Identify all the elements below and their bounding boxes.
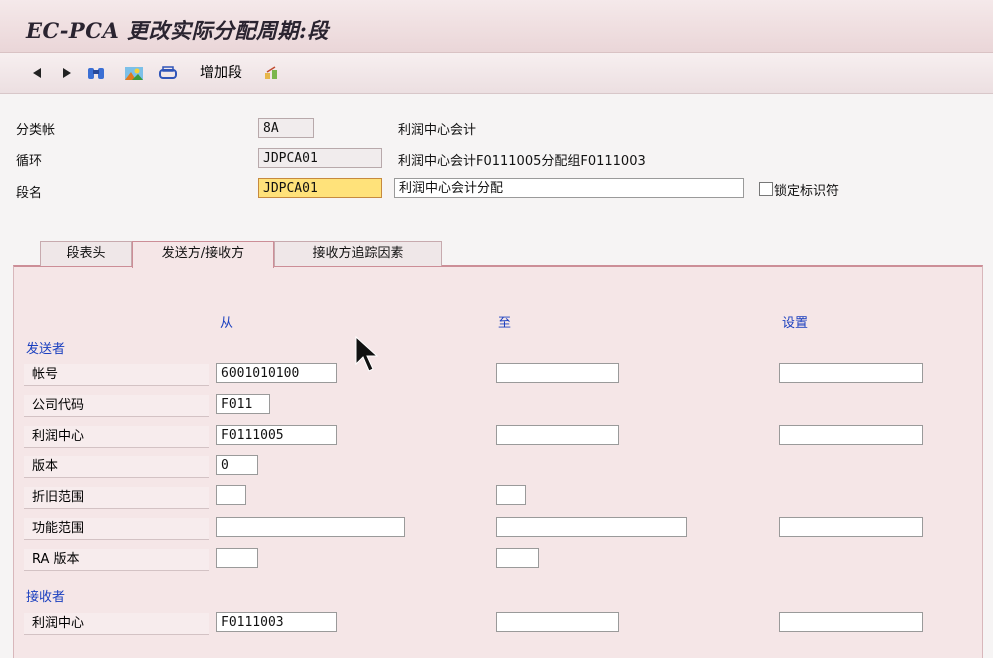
profit-center-to-field[interactable] [496,425,619,445]
column-set: 设置 [782,316,809,331]
segment-name-field[interactable]: JDPCA01 [258,178,382,198]
ra-version-to-field[interactable] [496,548,539,568]
lock-indicator-label: 锁定标识符 [774,184,840,199]
functional-area-from-field[interactable] [216,517,405,537]
company-code-label: 公司代码 [24,395,209,417]
profit-center-set-field[interactable] [779,425,923,445]
column-to: 至 [498,316,512,331]
account-from-field[interactable]: 6001010100 [216,363,337,383]
segment-desc-field[interactable]: 利润中心会计分配 [394,178,744,198]
landscape-icon[interactable] [124,62,144,84]
sender-section-title: 发送者 [26,342,66,357]
binoculars-icon[interactable] [86,62,106,84]
version-field[interactable]: 0 [216,455,258,475]
segment-name-label: 段名 [16,186,43,201]
page-title: EC-PCA 更改实际分配周期:段 [26,18,329,43]
depreciation-area-from-field[interactable] [216,485,246,505]
receiver-section-title: 接收者 [26,590,66,605]
functional-area-set-field[interactable] [779,517,923,537]
previous-arrow-icon[interactable] [27,62,47,84]
account-to-field[interactable] [496,363,619,383]
receiver-profit-center-from-field[interactable]: F0111003 [216,612,337,632]
functional-area-to-field[interactable] [496,517,687,537]
company-code-field[interactable]: F011 [216,394,270,414]
account-label: 帐号 [24,364,209,386]
ledger-desc: 利润中心会计 [398,123,477,138]
segment-icon[interactable] [262,62,282,84]
column-from: 从 [220,316,234,331]
cycle-desc: 利润中心会计F0111005分配组F0111003 [398,154,646,169]
ra-version-from-field[interactable] [216,548,258,568]
tab-receiver-tracing-factor[interactable]: 接收方追踪因素 [274,241,442,266]
print-icon[interactable] [158,62,178,84]
cycle-label: 循环 [16,154,43,169]
next-arrow-icon[interactable] [57,62,77,84]
application-toolbar [0,53,993,94]
tab-segment-header[interactable]: 段表头 [40,241,132,266]
ledger-label: 分类帐 [16,123,56,138]
profit-center-label: 利润中心 [24,426,209,448]
profit-center-from-field[interactable]: F0111005 [216,425,337,445]
ra-version-label: RA 版本 [24,549,209,571]
mouse-pointer-icon [355,335,379,378]
depreciation-area-label: 折旧范围 [24,487,209,509]
functional-area-label: 功能范围 [24,518,209,540]
receiver-profit-center-to-field[interactable] [496,612,619,632]
ledger-field: 8A [258,118,314,138]
receiver-profit-center-set-field[interactable] [779,612,923,632]
version-label: 版本 [24,456,209,478]
receiver-profit-center-label: 利润中心 [24,613,209,635]
account-set-field[interactable] [779,363,923,383]
depreciation-area-to-field[interactable] [496,485,526,505]
lock-indicator-checkbox[interactable] [759,182,773,196]
add-segment-button[interactable]: 增加段 [200,62,242,84]
tab-sender-receiver[interactable]: 发送方/接收方 [132,241,274,268]
cycle-field: JDPCA01 [258,148,382,168]
